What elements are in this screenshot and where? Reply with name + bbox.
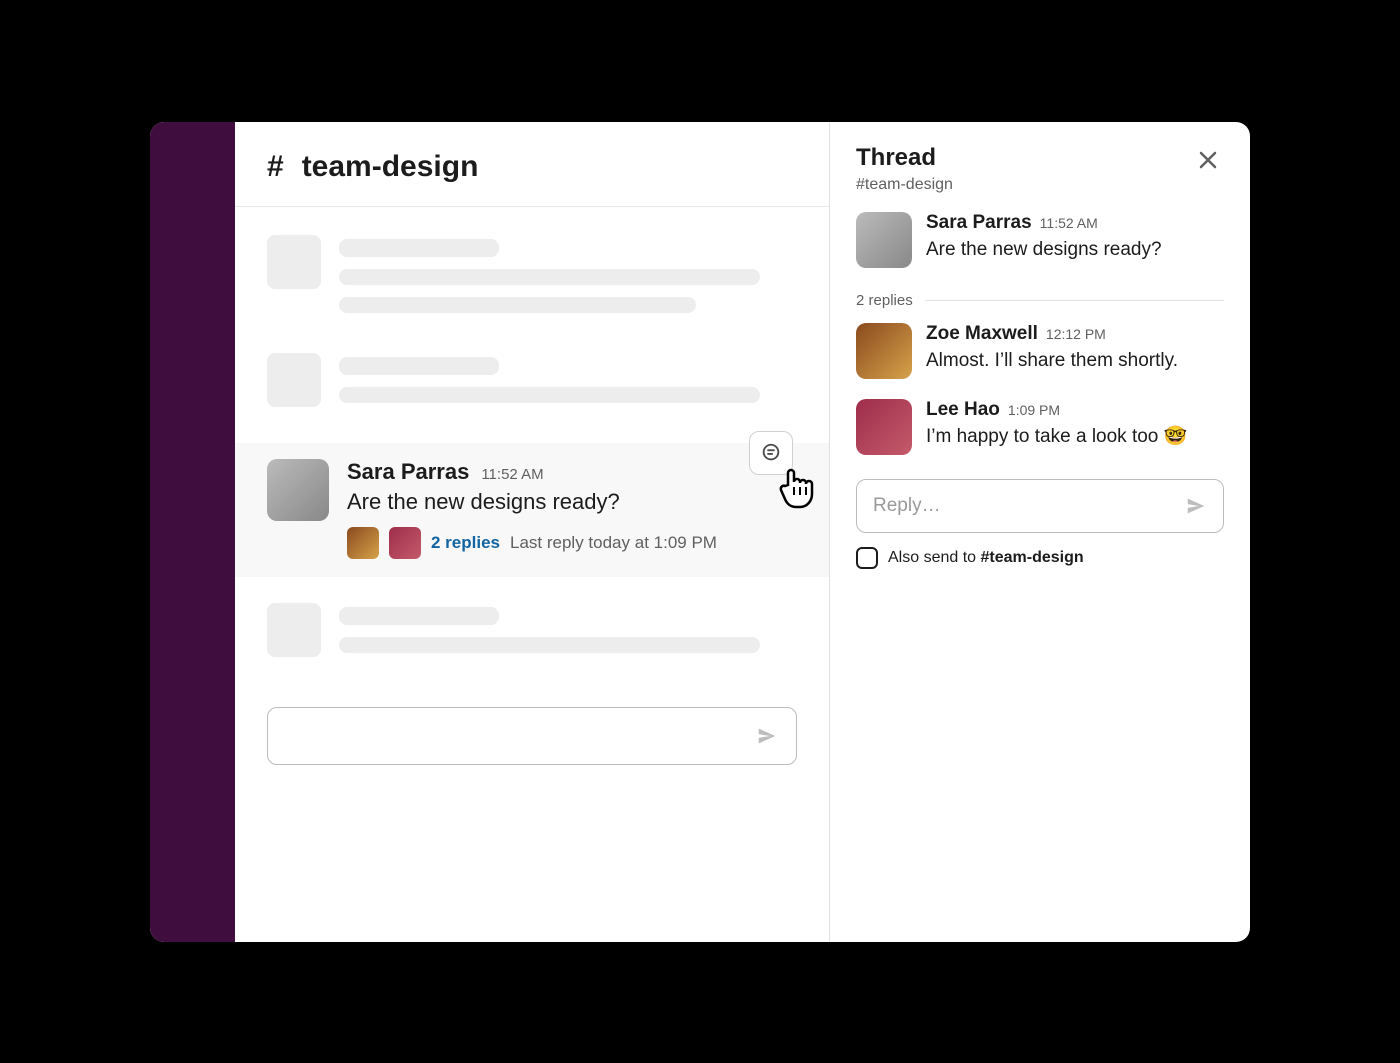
avatar[interactable] — [856, 212, 912, 268]
send-icon[interactable] — [756, 725, 778, 747]
placeholder-message — [235, 353, 829, 443]
channel-header: # team-design — [235, 122, 829, 207]
message-author[interactable]: Lee Hao — [926, 399, 1000, 421]
close-icon — [1196, 148, 1220, 172]
placeholder-lines — [339, 353, 797, 415]
placeholder-message — [235, 235, 829, 353]
close-thread-button[interactable] — [1192, 144, 1224, 181]
also-send-channel: #team-design — [981, 549, 1084, 566]
replies-divider: 2 replies — [856, 292, 1224, 309]
placeholder-avatar — [267, 353, 321, 407]
reply-placeholder: Reply… — [873, 495, 941, 517]
thread-title: Thread — [856, 144, 953, 172]
also-send-checkbox[interactable]: Also send to #team-design — [856, 547, 1224, 569]
placeholder-message — [235, 577, 829, 693]
thread-icon — [760, 442, 782, 464]
channel-name: team-design — [302, 150, 479, 184]
reply-avatar — [389, 527, 421, 559]
channel-pane: # team-design — [235, 122, 830, 942]
thread-subtitle: #team-design — [856, 176, 953, 194]
thread-reply-input[interactable]: Reply… — [856, 479, 1224, 533]
placeholder-lines — [339, 235, 797, 325]
message-list: Sara Parras 11:52 AM Are the new designs… — [235, 207, 829, 942]
message-text: Are the new designs ready? — [347, 489, 797, 515]
message-author[interactable]: Zoe Maxwell — [926, 323, 1038, 345]
avatar[interactable] — [856, 399, 912, 455]
message-author[interactable]: Sara Parras — [347, 459, 469, 485]
message-timestamp: 12:12 PM — [1046, 326, 1106, 342]
message[interactable]: Sara Parras 11:52 AM Are the new designs… — [235, 443, 829, 577]
thread-pane: Thread #team-design Sara Parras 11:52 AM… — [830, 122, 1250, 942]
message-author[interactable]: Sara Parras — [926, 212, 1032, 234]
thread-reply: Lee Hao 1:09 PM I’m happy to take a look… — [856, 399, 1224, 455]
thread-summary[interactable]: 2 replies Last reply today at 1:09 PM — [347, 527, 797, 559]
hash-icon: # — [267, 150, 284, 184]
reply-count[interactable]: 2 replies — [431, 533, 500, 553]
workspace-sidebar — [150, 122, 235, 942]
last-reply-time: Last reply today at 1:09 PM — [510, 533, 717, 553]
thread-reply: Zoe Maxwell 12:12 PM Almost. I’ll share … — [856, 323, 1224, 379]
avatar[interactable] — [267, 459, 329, 521]
message-text: Almost. I’ll share them shortly. — [926, 347, 1224, 375]
placeholder-lines — [339, 603, 797, 665]
message-timestamp: 11:52 AM — [481, 466, 543, 483]
thread-parent-message: Sara Parras 11:52 AM Are the new designs… — [856, 212, 1224, 268]
message-timestamp: 11:52 AM — [1040, 215, 1098, 231]
start-thread-button[interactable] — [749, 431, 793, 475]
reply-avatar — [347, 527, 379, 559]
message-timestamp: 1:09 PM — [1008, 402, 1060, 418]
also-send-label: Also send to — [888, 549, 981, 566]
placeholder-avatar — [267, 235, 321, 289]
message-text: I’m happy to take a look too 🤓 — [926, 423, 1224, 451]
message-compose-input[interactable] — [267, 707, 797, 765]
checkbox-icon[interactable] — [856, 547, 878, 569]
app-window: # team-design — [150, 122, 1250, 942]
send-icon[interactable] — [1185, 495, 1207, 517]
message-text: Are the new designs ready? — [926, 236, 1224, 264]
placeholder-avatar — [267, 603, 321, 657]
avatar[interactable] — [856, 323, 912, 379]
